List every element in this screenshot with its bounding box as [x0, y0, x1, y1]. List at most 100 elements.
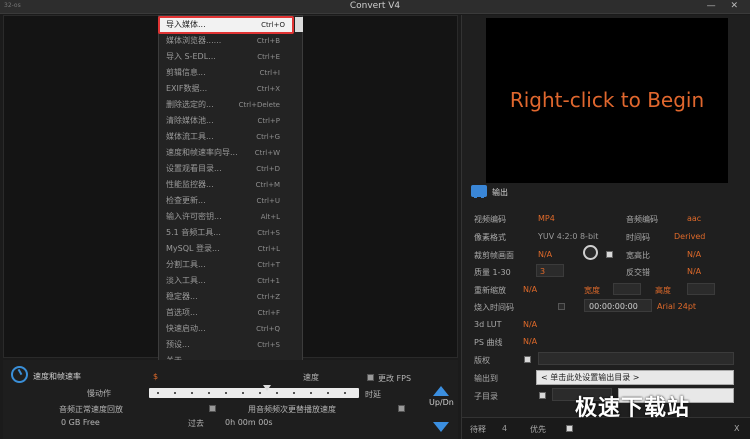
menu-item-label: 稳定器...	[166, 292, 198, 301]
elapsed-label: 过去	[188, 419, 204, 428]
menu-item[interactable]: 5.1 音频工具... Ctrl+S	[159, 225, 302, 241]
menu-item[interactable]: 媒体流工具... Ctrl+G	[159, 129, 302, 145]
status-close-button[interactable]: X	[734, 424, 739, 433]
copyright-label: 版权	[474, 356, 490, 365]
menu-item[interactable]: MySQL 登录... Ctrl+L	[159, 241, 302, 257]
burn-timecode-font[interactable]: Arial 24pt	[657, 302, 696, 311]
menu-item[interactable]: 稳定器... Ctrl+Z	[159, 289, 302, 305]
slider-tick	[174, 392, 176, 394]
menu-item[interactable]: 性能监控器... Ctrl+M	[159, 177, 302, 193]
menu-item-label: 性能监控器...	[166, 180, 214, 189]
width-input[interactable]	[613, 283, 641, 295]
menu-item[interactable]: 删除选定的... Ctrl+Delete	[159, 97, 302, 113]
slider-tick	[276, 392, 278, 394]
title-bar: 32-os Convert V4 — ✕	[0, 0, 750, 14]
interlace-label: 反交错	[626, 268, 650, 277]
menu-item[interactable]: 速度和帧速率向导... Ctrl+W	[159, 145, 302, 161]
preview-window[interactable]: Right-click to Begin	[486, 18, 728, 183]
subdir-label: 子目录	[474, 392, 498, 401]
menu-item[interactable]: 清除媒体池... Ctrl+P	[159, 113, 302, 129]
pending-label: 待释	[470, 425, 486, 434]
audio-frequency-checkbox[interactable]	[398, 405, 405, 412]
quality-input[interactable]: 3	[536, 264, 564, 277]
menu-item-shortcut: Ctrl+B	[256, 37, 280, 45]
quality-value: 3	[540, 267, 546, 276]
menu-item[interactable]: 设置观看目录... Ctrl+D	[159, 161, 302, 177]
lut-value[interactable]: N/A	[523, 320, 537, 329]
copyright-checkbox[interactable]	[524, 356, 531, 363]
rotate-dial[interactable]	[583, 245, 598, 260]
menu-item[interactable]: 首选项... Ctrl+F	[159, 305, 302, 321]
change-fps-checkbox[interactable]	[367, 374, 374, 381]
pixel-format-value[interactable]: YUV 4:2:0 8-bit	[538, 232, 598, 241]
menu-item[interactable]: 导入 S-EDL... Ctrl+E	[159, 49, 302, 65]
slider-knob[interactable]	[263, 385, 271, 391]
crop-checkbox[interactable]	[606, 251, 613, 258]
output-title: 输出	[492, 188, 508, 197]
menu-item-label: 检查更新...	[166, 196, 206, 205]
pixel-format-label: 像素格式	[474, 233, 506, 242]
video-codec-value[interactable]: MP4	[538, 214, 555, 223]
rescale-value[interactable]: N/A	[523, 285, 537, 294]
menu-item-shortcut: Ctrl+X	[256, 85, 280, 93]
aspect-label: 宽高比	[626, 251, 650, 260]
menu-item-shortcut: Ctrl+Delete	[238, 101, 280, 109]
slider-tick	[157, 392, 159, 394]
audio-codec-value[interactable]: aac	[687, 214, 701, 223]
arrow-down-icon[interactable]	[433, 422, 449, 432]
crop-value[interactable]: N/A	[538, 250, 552, 259]
crop-label: 裁剪帧画面	[474, 251, 514, 260]
slider-tick	[310, 392, 312, 394]
audio-normal-speed-checkbox[interactable]	[209, 405, 216, 412]
burn-timecode-input[interactable]: 00:00:00:00	[584, 299, 652, 312]
ps-curve-label: PS 曲线	[474, 338, 503, 347]
preview-message: Right-click to Begin	[509, 88, 705, 112]
arrow-up-icon[interactable]	[433, 386, 449, 396]
menu-item[interactable]: 预设... Ctrl+S	[159, 337, 302, 353]
slider-tick	[259, 392, 261, 394]
window-controls[interactable]: — ✕	[707, 1, 744, 11]
menu-item-label: 速度和帧速率向导...	[166, 148, 238, 157]
menu-item[interactable]: 快速启动... Ctrl+Q	[159, 321, 302, 337]
speed-slider[interactable]	[149, 385, 359, 398]
burn-timecode-label: 烧入时间码	[474, 303, 514, 312]
elapsed-value: 0h 00m 00s	[225, 418, 273, 427]
timecode-value[interactable]: Derived	[674, 232, 705, 241]
up-down-control[interactable]: Up/Dn	[429, 386, 455, 436]
menu-item[interactable]: 导入媒体... Ctrl+O	[158, 16, 294, 34]
priority-checkbox[interactable]	[566, 425, 573, 432]
interlace-value[interactable]: N/A	[687, 267, 701, 276]
height-label: 高度	[655, 286, 671, 295]
context-menu: 导入媒体... Ctrl+O 媒体浏览器...... Ctrl+B 导入 S-EDL..…	[158, 15, 303, 385]
menu-item-label: 快速启动...	[166, 324, 206, 333]
menu-item-label: 设置观看目录...	[166, 164, 222, 173]
copyright-input[interactable]	[538, 352, 734, 365]
menu-item-shortcut: Ctrl+S	[257, 341, 280, 349]
menu-item[interactable]: 输入许可密钥... Alt+L	[159, 209, 302, 225]
menu-item[interactable]: 剪辑信息... Ctrl+I	[159, 65, 302, 81]
menu-item-label: 淡入工具...	[166, 276, 206, 285]
menu-item[interactable]: EXIF数据... Ctrl+X	[159, 81, 302, 97]
menu-item[interactable]: 淡入工具... Ctrl+1	[159, 273, 302, 289]
burn-timecode-checkbox[interactable]	[558, 303, 565, 310]
menu-item-shortcut: Ctrl+Q	[256, 325, 280, 333]
menu-item[interactable]: 分割工具... Ctrl+T	[159, 257, 302, 273]
slider-tick	[293, 392, 295, 394]
aspect-value[interactable]: N/A	[687, 250, 701, 259]
subdir-checkbox[interactable]	[539, 392, 546, 399]
menu-item-shortcut: Ctrl+I	[259, 69, 280, 77]
menu-item[interactable]: 媒体浏览器...... Ctrl+B	[159, 33, 302, 49]
ps-curve-value[interactable]: N/A	[523, 337, 537, 346]
menu-item-shortcut: Ctrl+L	[257, 245, 280, 253]
slider-tick	[344, 392, 346, 394]
height-input[interactable]	[687, 283, 715, 295]
speed-title: 速度和帧速率	[33, 372, 81, 381]
speed-indicator-icon: $	[153, 372, 159, 381]
menu-item-shortcut: Ctrl+Z	[256, 293, 280, 301]
menu-item[interactable]: 检查更新... Ctrl+U	[159, 193, 302, 209]
menu-item-label: 分割工具...	[166, 260, 206, 269]
output-directory-field[interactable]: < 单击此处设置输出目录 >	[536, 370, 734, 385]
speed-label: 速度	[303, 373, 319, 382]
slider-tick	[208, 392, 210, 394]
menu-item-shortcut: Ctrl+G	[256, 133, 280, 141]
